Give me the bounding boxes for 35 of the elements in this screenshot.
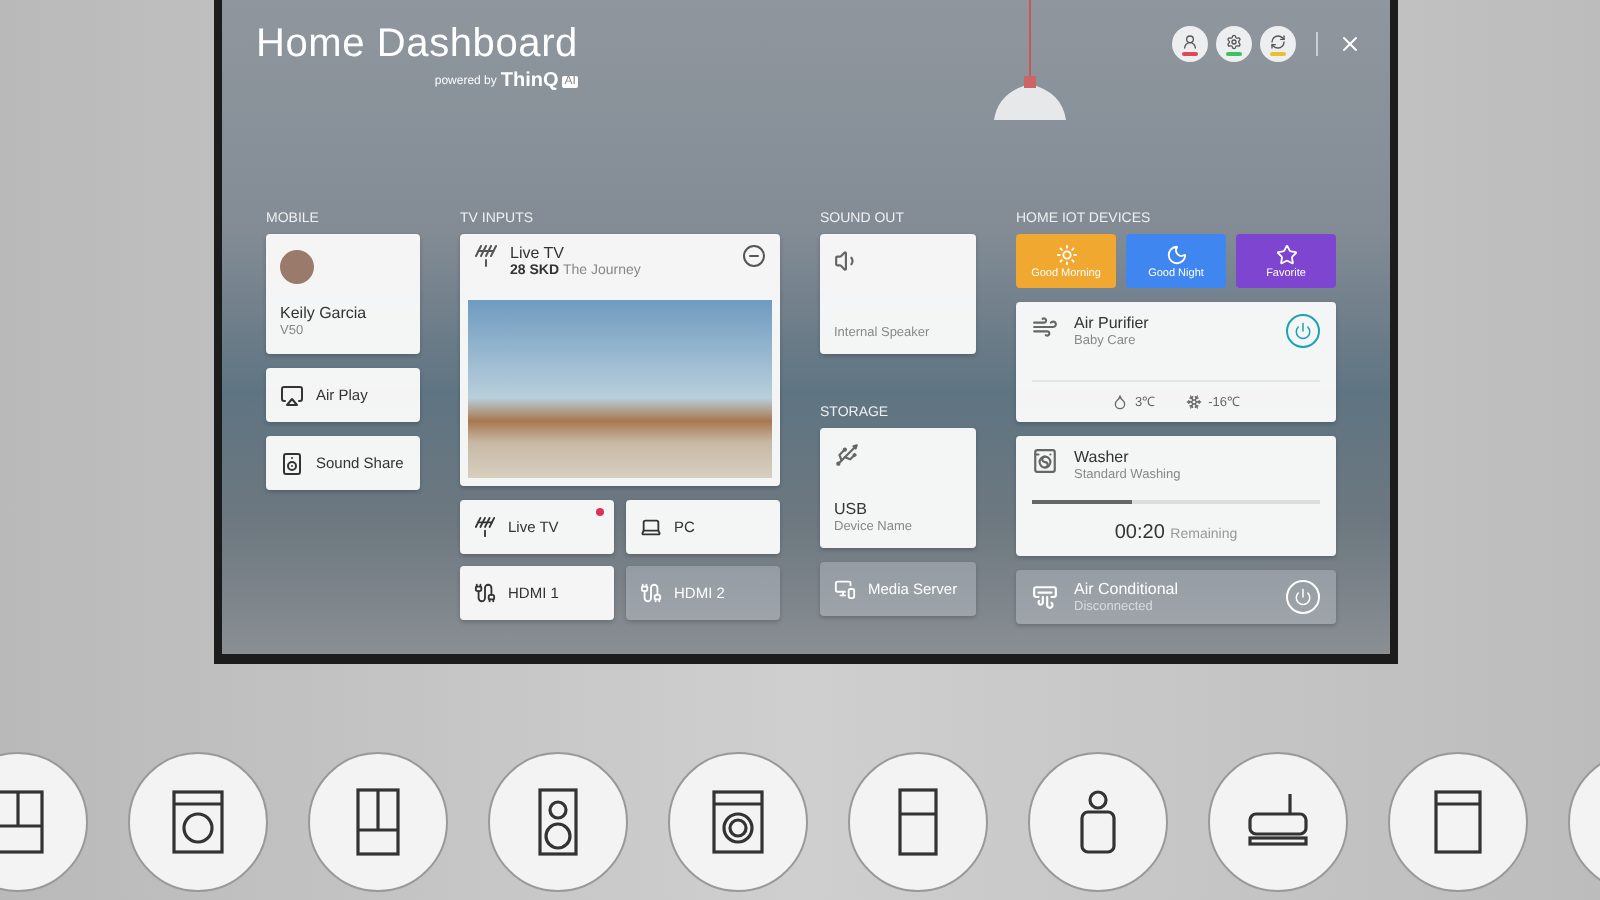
- device-name: Washer: [1074, 448, 1131, 466]
- header-action-button[interactable]: [1172, 26, 1208, 62]
- storage-name: USB: [834, 500, 869, 518]
- air-conditioner-icon: [1032, 584, 1058, 610]
- usb-icon: [834, 442, 860, 468]
- user-icon: [1182, 33, 1198, 49]
- droplet-icon: [1112, 393, 1129, 409]
- dashboard-title: Home Dashboard: [256, 22, 578, 68]
- speaker-icon: [280, 451, 304, 475]
- star-icon: [1275, 243, 1297, 265]
- device-name: Air Conditional: [1074, 580, 1181, 598]
- remove-button[interactable]: [742, 244, 766, 268]
- speaker-icon: [834, 248, 860, 274]
- device-name: Air Purifier: [1074, 314, 1151, 332]
- power-button[interactable]: [1286, 314, 1320, 348]
- refresh-icon: [1270, 33, 1286, 49]
- cable-icon: [640, 582, 662, 604]
- avatar: [280, 250, 314, 284]
- brand-name: ThinQ: [500, 70, 559, 92]
- moon-icon: [1165, 243, 1187, 265]
- antenna-icon: [474, 244, 498, 268]
- cable-icon: [474, 582, 496, 604]
- sun-icon: [1055, 243, 1077, 265]
- antenna-icon: [474, 516, 496, 538]
- airplay-icon: [280, 383, 304, 407]
- now-playing-title: Live TV: [510, 244, 566, 262]
- power-icon: [1294, 588, 1312, 606]
- header-action-button[interactable]: [1260, 26, 1296, 62]
- profile-name: Keily Garcia: [280, 304, 369, 322]
- settings-icon: [1226, 33, 1242, 49]
- snowflake-icon: [1186, 393, 1203, 409]
- power-icon: [1294, 322, 1312, 340]
- header-action-button[interactable]: [1216, 26, 1252, 62]
- washer-icon: [1032, 448, 1058, 474]
- close-button[interactable]: [1338, 32, 1362, 56]
